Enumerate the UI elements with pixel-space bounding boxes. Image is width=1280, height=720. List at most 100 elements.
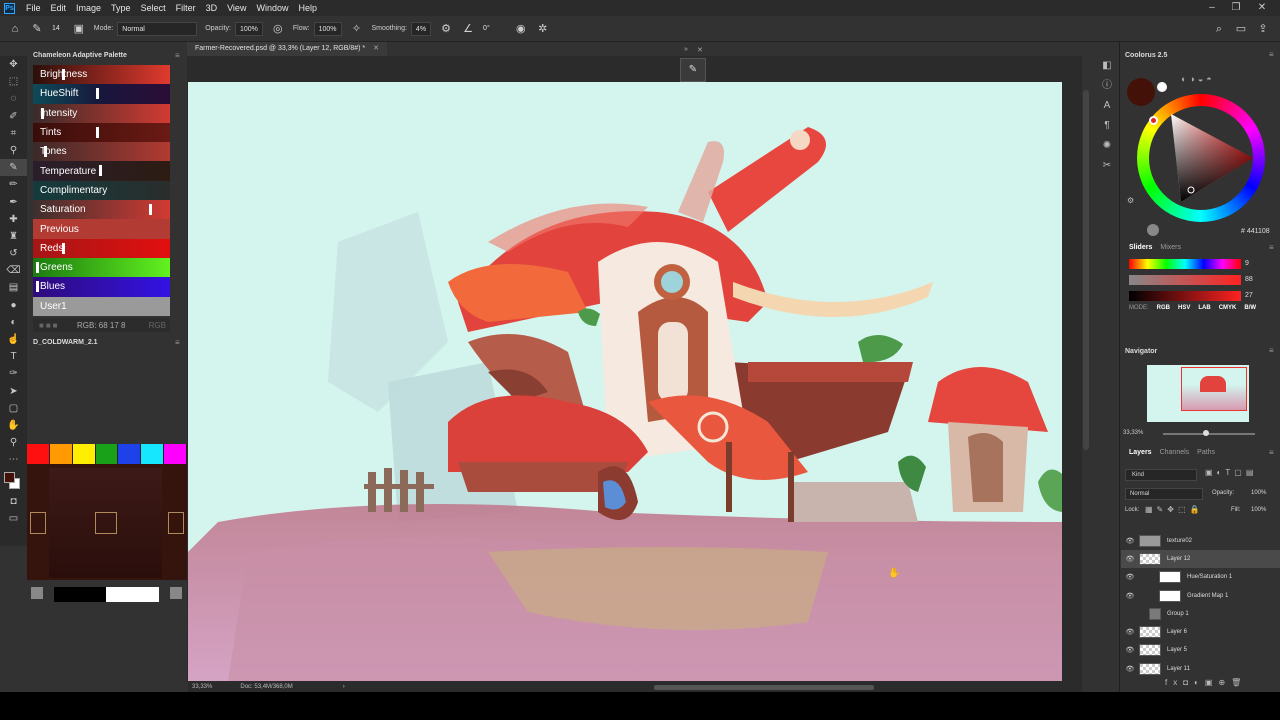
chameleon-marker[interactable] [149, 204, 153, 216]
character-icon[interactable]: A [1094, 96, 1120, 116]
visibility-eye-icon[interactable]: 👁 [1121, 537, 1139, 545]
menu-view[interactable]: Window [251, 3, 293, 13]
home-icon[interactable]: ⌂ [8, 22, 22, 36]
layer-row[interactable]: 👁 Layer 6 [1121, 623, 1280, 641]
menu-layer[interactable]: Type [106, 3, 136, 13]
blur-tool-icon[interactable]: ● [0, 297, 27, 314]
previous-color-dot[interactable] [1157, 82, 1167, 92]
tab-sliders[interactable]: Sliders [1125, 244, 1156, 251]
layer-row[interactable]: Group 1 [1121, 605, 1280, 623]
quick-select-tool-icon[interactable]: ✐ [0, 108, 27, 125]
coolorus-mode-icons[interactable]: ◐◑◒◓ [1181, 74, 1215, 84]
pressure-opacity-icon[interactable]: ◎ [271, 22, 285, 36]
chameleon-row-blues[interactable]: Blues [33, 277, 170, 297]
brush-settings-icon[interactable]: ▣ [72, 22, 86, 36]
chameleon-row-intensity[interactable]: Intensity [33, 103, 170, 123]
info-icon[interactable]: ⓘ [1094, 76, 1120, 96]
mode-cmyk[interactable]: CMYK [1215, 305, 1241, 311]
navigator-thumbnail[interactable] [1147, 365, 1249, 422]
gray-swatch-right[interactable] [170, 587, 182, 599]
floating-brush-panel-icon[interactable]: ✎ [680, 58, 706, 82]
hue-wheel[interactable] [1137, 94, 1265, 222]
tab-channels[interactable]: Channels [1156, 449, 1194, 456]
chameleon-row-tints[interactable]: Tints [33, 122, 170, 143]
zoom-readout[interactable]: 33,33% [192, 684, 212, 690]
layer-opacity-value[interactable]: 100% [1251, 490, 1266, 496]
black-swatch[interactable] [54, 587, 106, 602]
visibility-eye-icon[interactable]: 👁 [1121, 573, 1139, 581]
pencil-tool-icon[interactable]: ✏ [0, 176, 27, 193]
chameleon-row-previous[interactable]: Previous [33, 219, 170, 239]
mode-rgb[interactable]: RGB [1153, 305, 1174, 311]
artwork-canvas[interactable]: ✋ [188, 82, 1062, 681]
marquee-tool-icon[interactable]: ⬚ [0, 73, 27, 90]
layer-row[interactable]: 👁 Gradient Map 1 [1121, 587, 1280, 605]
search-icon[interactable]: ⌕ [1212, 22, 1226, 36]
chameleon-marker[interactable] [35, 261, 39, 273]
layer-actions-icons[interactable]: fx◘◐▣⊕🗑 [1165, 678, 1247, 687]
navigator-zoom[interactable]: 33,33% [1123, 430, 1143, 436]
mixer-brush-tool-icon[interactable]: ✒ [0, 194, 27, 211]
chameleon-marker[interactable] [96, 126, 100, 138]
minimize-icon[interactable]: – [1200, 0, 1224, 16]
menu-type[interactable]: Select [136, 3, 171, 13]
menu-image[interactable]: Image [71, 3, 106, 13]
tools-preset-icon[interactable]: ✂ [1094, 156, 1120, 176]
mode-lab[interactable]: LAB [1194, 305, 1214, 311]
hue-handle[interactable] [1149, 116, 1158, 125]
color-swatch[interactable] [118, 444, 142, 464]
opacity-field[interactable]: 100% [234, 21, 263, 36]
blend-mode-select[interactable]: Normal [1125, 488, 1203, 500]
coldwarm-grid[interactable] [27, 464, 187, 580]
close-icon[interactable]: ✕ [1250, 0, 1274, 16]
brush-size[interactable]: 14 [48, 22, 64, 36]
document-tab[interactable]: Farmer-Recovered.psd @ 33,3% (Layer 12, … [187, 42, 387, 56]
layer-row[interactable]: 👁 Layer 12 [1121, 550, 1280, 568]
brightness-slider[interactable] [1129, 291, 1241, 301]
clone-stamp-tool-icon[interactable]: ♜ [0, 228, 27, 245]
vertical-scrollbar[interactable] [1083, 90, 1089, 450]
tab-layers[interactable]: Layers [1125, 449, 1156, 456]
gear-icon[interactable]: ⚙ [439, 22, 453, 36]
hand-tool-icon[interactable]: ✋ [0, 417, 27, 434]
fill-value[interactable]: 100% [1251, 507, 1266, 513]
color-swatches[interactable] [0, 469, 27, 493]
layer-row[interactable]: 👁 texture02 [1121, 532, 1280, 550]
panel-menu-icon[interactable]: ≡ [1269, 50, 1274, 59]
share-icon[interactable]: ⇪ [1256, 22, 1270, 36]
chameleon-row-reds[interactable]: Reds [33, 238, 170, 258]
tab-paths[interactable]: Paths [1193, 449, 1219, 456]
lock-icons[interactable]: ▦✎✥⬚🔒 [1145, 505, 1203, 514]
mode-hsv[interactable]: HSV [1174, 305, 1194, 311]
chameleon-marker[interactable] [43, 146, 47, 158]
crop-tool-icon[interactable]: ⌗ [0, 125, 27, 142]
hue-slider[interactable] [1129, 259, 1241, 269]
smudge-tool-icon[interactable]: ☝ [0, 331, 27, 348]
screen-mode-icon[interactable]: ▭ [0, 510, 27, 527]
symmetry-icon[interactable]: ✲ [536, 22, 550, 36]
panel-menu-icon[interactable]: ≡ [1269, 346, 1274, 355]
menu-window[interactable]: Help [293, 3, 322, 13]
navigator-zoom-slider[interactable] [1163, 433, 1255, 435]
color-swatch[interactable] [49, 444, 73, 464]
close-tab-icon[interactable]: ✕ [373, 45, 379, 52]
layer-filter-select[interactable]: Kind [1125, 469, 1197, 481]
shape-tool-icon[interactable]: ▢ [0, 400, 27, 417]
zoom-slider-handle[interactable] [1203, 430, 1209, 436]
zoom-tool-icon[interactable]: ⚲ [0, 434, 27, 451]
menu-filter[interactable]: 3D [201, 3, 223, 13]
mode-bw[interactable]: B/W [1240, 305, 1260, 311]
color-swatch[interactable] [141, 444, 165, 464]
brightness-value[interactable]: 27 [1245, 292, 1253, 299]
chameleon-row-complimentary[interactable]: Complimentary [33, 180, 170, 201]
visibility-eye-icon[interactable]: 👁 [1121, 628, 1139, 636]
chameleon-marker[interactable] [61, 242, 65, 254]
eraser-tool-icon[interactable]: ⌫ [0, 262, 27, 279]
horizontal-scrollbar[interactable] [654, 685, 874, 690]
color-swatch[interactable] [95, 444, 119, 464]
saturation-slider[interactable] [1129, 275, 1241, 285]
close-panel-icon[interactable]: ✕ [697, 46, 703, 54]
chameleon-marker[interactable] [98, 165, 102, 177]
navigator-viewport[interactable] [1181, 367, 1247, 411]
visibility-eye-icon[interactable]: 👁 [1121, 646, 1139, 654]
